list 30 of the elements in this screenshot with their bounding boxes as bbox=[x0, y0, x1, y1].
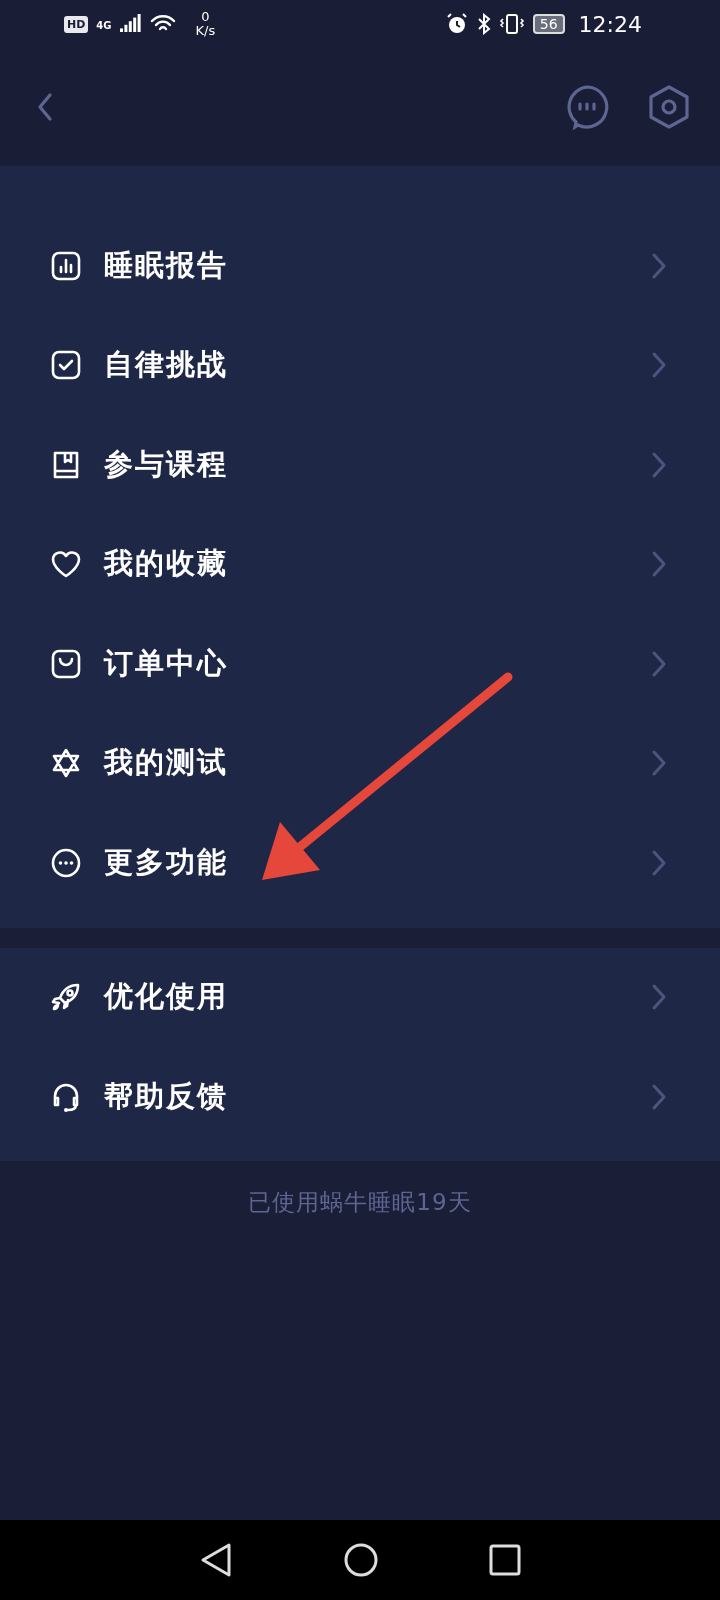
hd-indicator: HD bbox=[64, 15, 89, 33]
menu-item[interactable]: 睡眠报告 bbox=[0, 216, 720, 316]
menu-item[interactable]: 更多功能 bbox=[0, 813, 720, 913]
speed-unit: K/s bbox=[195, 24, 216, 38]
bag-icon bbox=[50, 647, 82, 680]
signal-icon bbox=[119, 14, 142, 34]
back-nav-button[interactable] bbox=[199, 1542, 233, 1578]
menu-item[interactable]: 我的测试 bbox=[0, 713, 720, 813]
star-icon bbox=[50, 747, 82, 780]
home-nav-button[interactable] bbox=[343, 1542, 379, 1578]
recents-nav-button[interactable] bbox=[489, 1544, 521, 1576]
clock: 12:24 bbox=[578, 11, 642, 37]
bluetooth-icon bbox=[476, 13, 491, 35]
menu-item[interactable]: 自律挑战 bbox=[0, 315, 720, 415]
settings-button[interactable] bbox=[648, 84, 690, 130]
checkbox-icon bbox=[50, 349, 82, 382]
bar-chart-icon bbox=[50, 249, 82, 282]
menu-item[interactable]: 参与课程 bbox=[0, 415, 720, 515]
menu-item[interactable]: 我的收藏 bbox=[0, 514, 720, 614]
battery-level: 56 bbox=[532, 14, 565, 34]
menu-item[interactable]: 帮助反馈 bbox=[0, 1047, 720, 1147]
vibrate-icon bbox=[498, 13, 525, 35]
message-button[interactable] bbox=[564, 84, 610, 130]
usage-days-note: 已使用蜗牛睡眠19天 bbox=[247, 1187, 473, 1217]
network-type: 4G bbox=[96, 20, 112, 32]
back-button[interactable] bbox=[36, 91, 54, 123]
speed-value: 0 bbox=[201, 10, 210, 24]
menu-item[interactable]: 订单中心 bbox=[0, 614, 720, 714]
menu-item[interactable]: 优化使用 bbox=[0, 947, 720, 1047]
more-icon bbox=[50, 846, 82, 879]
